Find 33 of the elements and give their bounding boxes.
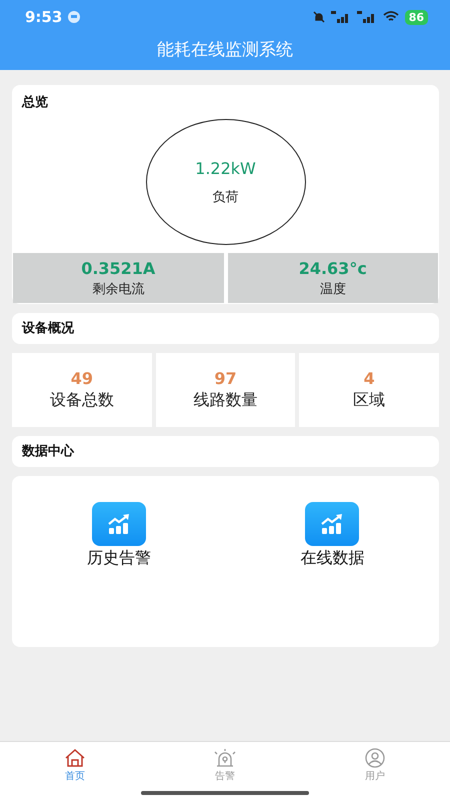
alarm-light-icon	[213, 748, 237, 768]
metric-value: 0.3521A	[81, 258, 156, 278]
tab-item[interactable]: 用户	[300, 742, 450, 800]
stat-label: 设备总数	[50, 390, 114, 411]
chart-trend-icon[interactable]	[305, 502, 360, 546]
metric-label: 剩余电流	[92, 280, 144, 298]
wifi-icon	[382, 11, 399, 23]
stat-label: 区域	[353, 390, 386, 411]
stat-label: 线路数量	[193, 390, 258, 411]
home-icon	[64, 748, 86, 768]
status-time: 9:53	[25, 8, 62, 26]
menu-label[interactable]: 历史告警	[86, 548, 151, 569]
metric-value: 24.63°c	[298, 258, 367, 278]
signal-icon	[356, 11, 377, 23]
chart-trend-icon[interactable]	[92, 502, 146, 546]
tab-item[interactable]: 告警	[150, 742, 300, 800]
menu-label[interactable]: 在线数据	[300, 548, 364, 569]
load-value: 1.22kW	[195, 158, 256, 178]
section-title: 数据中心	[20, 442, 74, 460]
app-title: 能耗在线监测系统	[156, 39, 294, 62]
metric-label: 温度	[320, 280, 346, 298]
user-icon	[364, 748, 386, 768]
battery-level: 86	[404, 10, 428, 24]
signal-icon	[330, 11, 351, 23]
stat-value: 4	[364, 369, 375, 388]
section-title: 总览	[20, 94, 49, 112]
load-label: 负荷	[212, 188, 238, 206]
stat-value: 97	[214, 369, 237, 388]
stat-value: 49	[70, 369, 93, 388]
notification-icon	[68, 11, 80, 23]
mute-icon	[312, 11, 325, 23]
tab-item[interactable]: 首页	[0, 742, 150, 800]
section-title: 设备概况	[20, 320, 74, 338]
